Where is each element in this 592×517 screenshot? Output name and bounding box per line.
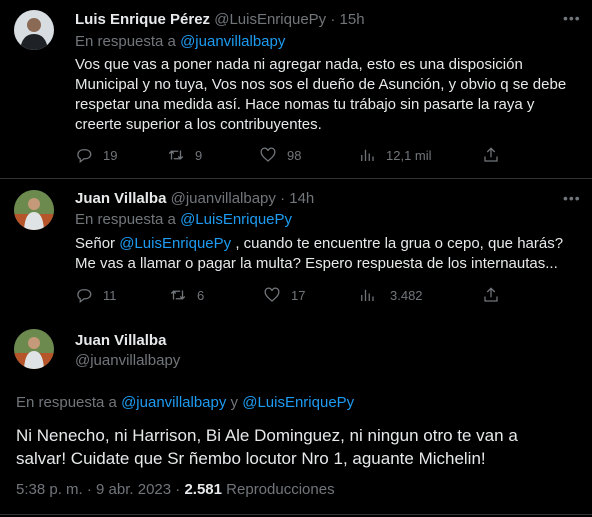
more-icon[interactable]: ••• xyxy=(563,10,581,26)
reply-icon xyxy=(77,289,92,304)
share-button[interactable] xyxy=(482,285,500,305)
author-name-block: Juan Villalba xyxy=(75,332,166,349)
text-line: Vos que vas a poner nada ni agregar nada… xyxy=(75,56,523,73)
reply-mention[interactable]: @juanvillalbapy xyxy=(180,33,285,50)
reply-icon xyxy=(77,149,92,164)
action-bar: 11 6 17 3.482 xyxy=(75,285,505,305)
mention-link[interactable]: @LuisEnriquePy xyxy=(119,235,231,252)
text-line: Me vas a llamar o pagar la multa? Espero… xyxy=(75,255,558,272)
tweet-header: Juan Villalba @juanvillalbapy · 14h xyxy=(75,190,314,207)
reply-prefix: En respuesta a xyxy=(75,33,176,50)
views-button[interactable]: 12,1 mil xyxy=(358,145,432,165)
author-handle-block: @juanvillalbapy xyxy=(75,352,180,369)
tweet-time[interactable]: 15h xyxy=(340,11,365,28)
separator-dot: · xyxy=(330,11,336,28)
text-line: Ni Nenecho, ni Harrison, Bi Ale Domingue… xyxy=(16,426,518,445)
more-icon[interactable]: ••• xyxy=(563,190,581,206)
tweet-3-focused: Juan Villalba @juanvillalbapy En respues… xyxy=(0,314,592,517)
retweet-button[interactable]: 9 xyxy=(167,145,202,165)
retweet-icon xyxy=(168,150,184,160)
text-line: salvar! Cuidate que Sr ñembo locutor Nro… xyxy=(16,449,486,468)
text-line: respetar una medida así. Hace nomas tu t… xyxy=(75,96,535,113)
tweet-footer: 5:38 p. m. · 9 abr. 2023 · 2.581 Reprodu… xyxy=(16,481,335,498)
retweet-button[interactable]: 6 xyxy=(169,285,204,305)
reply-mention[interactable]: @LuisEnriquePy xyxy=(180,211,292,228)
tweet-time[interactable]: 14h xyxy=(289,190,314,207)
divider xyxy=(0,514,592,515)
author-handle[interactable]: @juanvillalbapy xyxy=(75,352,180,369)
like-button[interactable]: 98 xyxy=(259,145,301,165)
tweet-1[interactable]: Luis Enrique Pérez @LuisEnriquePy · 15h … xyxy=(0,0,592,178)
reply-count: 11 xyxy=(103,287,117,303)
reply-context: En respuesta a @juanvillalbapy y @LuisEn… xyxy=(16,394,354,411)
retweet-icon xyxy=(170,290,186,300)
reply-button[interactable]: 11 xyxy=(75,285,117,305)
share-icon xyxy=(484,147,498,162)
text-start: Señor xyxy=(75,235,120,252)
text-rest: , cuando te encuentre la grua o cepo, qu… xyxy=(231,235,564,252)
tweet-text: Ni Nenecho, ni Harrison, Bi Ale Domingue… xyxy=(16,424,576,470)
author-handle[interactable]: @LuisEnriquePy xyxy=(214,11,326,28)
text-line: Municipal y no tuya, Vos nos sos el dueñ… xyxy=(75,76,567,93)
avatar[interactable] xyxy=(14,329,54,369)
author-name[interactable]: Juan Villalba xyxy=(75,190,166,207)
tweet-2[interactable]: Juan Villalba @juanvillalbapy · 14h ••• … xyxy=(0,179,592,314)
like-icon xyxy=(260,147,276,162)
like-button[interactable]: 17 xyxy=(263,285,305,305)
text-line: Señor @LuisEnriquePy , cuando te encuent… xyxy=(75,234,580,254)
reply-and: y xyxy=(230,394,239,411)
author-name[interactable]: Luis Enrique Pérez xyxy=(75,11,210,28)
retweet-count: 9 xyxy=(195,147,203,163)
reply-prefix: En respuesta a xyxy=(75,211,176,228)
like-count: 17 xyxy=(291,287,306,303)
like-count: 98 xyxy=(287,147,302,163)
author-handle[interactable]: @juanvillalbapy xyxy=(171,190,276,207)
reply-context: En respuesta a @juanvillalbapy xyxy=(75,33,285,50)
views-count: 3.482 xyxy=(390,287,423,303)
avatar[interactable] xyxy=(14,190,54,230)
text-line: creerte superior a los contribuyentes. xyxy=(75,116,322,133)
views-count: 12,1 mil xyxy=(386,147,432,163)
action-bar: 19 9 98 12,1 mil xyxy=(75,145,505,165)
reply-prefix: En respuesta a xyxy=(16,394,117,411)
reply-mention-2[interactable]: @LuisEnriquePy xyxy=(242,394,354,411)
views-label: Reproducciones xyxy=(226,481,335,498)
retweet-count: 6 xyxy=(197,287,205,303)
tweet-header: Luis Enrique Pérez @LuisEnriquePy · 15h xyxy=(75,11,365,28)
avatar[interactable] xyxy=(14,10,54,50)
author-name[interactable]: Juan Villalba xyxy=(75,332,166,349)
tweet-text: Vos que vas a poner nada ni agregar nada… xyxy=(75,55,580,135)
views-button[interactable]: 3.482 xyxy=(358,285,423,305)
tweet-text: Señor @LuisEnriquePy , cuando te encuent… xyxy=(75,234,580,274)
like-icon xyxy=(264,287,280,302)
views-count: 2.581 xyxy=(184,481,222,498)
views-icon xyxy=(361,149,374,161)
reply-context: En respuesta a @LuisEnriquePy xyxy=(75,211,292,228)
reply-mention-1[interactable]: @juanvillalbapy xyxy=(121,394,226,411)
share-button[interactable] xyxy=(482,145,500,165)
separator-dot: · xyxy=(280,190,286,207)
timestamp[interactable]: 5:38 p. m. · 9 abr. 2023 xyxy=(16,481,171,498)
reply-count: 19 xyxy=(103,147,118,163)
reply-button[interactable]: 19 xyxy=(75,145,117,165)
share-icon xyxy=(484,287,498,302)
views-icon xyxy=(361,289,374,301)
